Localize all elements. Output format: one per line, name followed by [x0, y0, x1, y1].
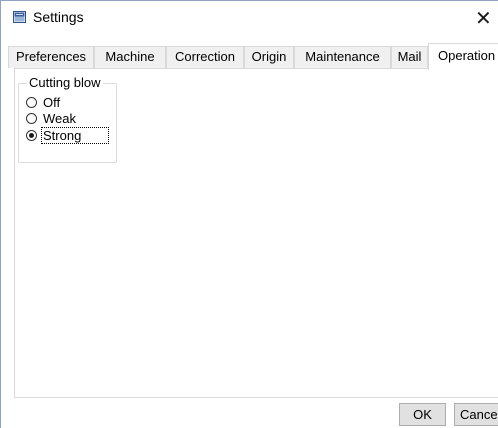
radio-off-label[interactable]: Off [41, 94, 62, 111]
radio-selected-dot [29, 133, 34, 138]
tab-correction[interactable]: Correction [166, 46, 244, 68]
tab-origin[interactable]: Origin [244, 46, 294, 68]
title-bar: Settings ✕ [1, 1, 498, 34]
tab-machine[interactable]: Machine [94, 46, 166, 68]
settings-window: Settings ✕ Preferences Machine Correctio… [0, 0, 498, 428]
ok-button[interactable]: OK [399, 403, 446, 426]
radio-weak-label[interactable]: Weak [41, 110, 78, 127]
radio-weak-circle[interactable] [26, 113, 37, 124]
cutting-blow-group: Cutting blow Off Weak Strong [18, 75, 117, 163]
close-icon[interactable]: ✕ [475, 4, 498, 32]
cancel-button[interactable]: Cancel [454, 403, 498, 426]
window-title: Settings [33, 9, 84, 25]
tab-mail[interactable]: Mail [391, 46, 428, 68]
radio-strong-label[interactable]: Strong [41, 127, 109, 144]
tab-preferences[interactable]: Preferences [8, 46, 94, 68]
cutting-blow-legend: Cutting blow [27, 75, 103, 91]
radio-strong-circle[interactable] [26, 130, 37, 141]
tab-maintenance[interactable]: Maintenance [294, 46, 391, 68]
operation-tab-page: Cutting blow Off Weak Strong [14, 68, 498, 398]
tab-operation[interactable]: Operation [428, 43, 498, 70]
radio-off-circle[interactable] [26, 97, 37, 108]
settings-app-icon [13, 11, 26, 23]
